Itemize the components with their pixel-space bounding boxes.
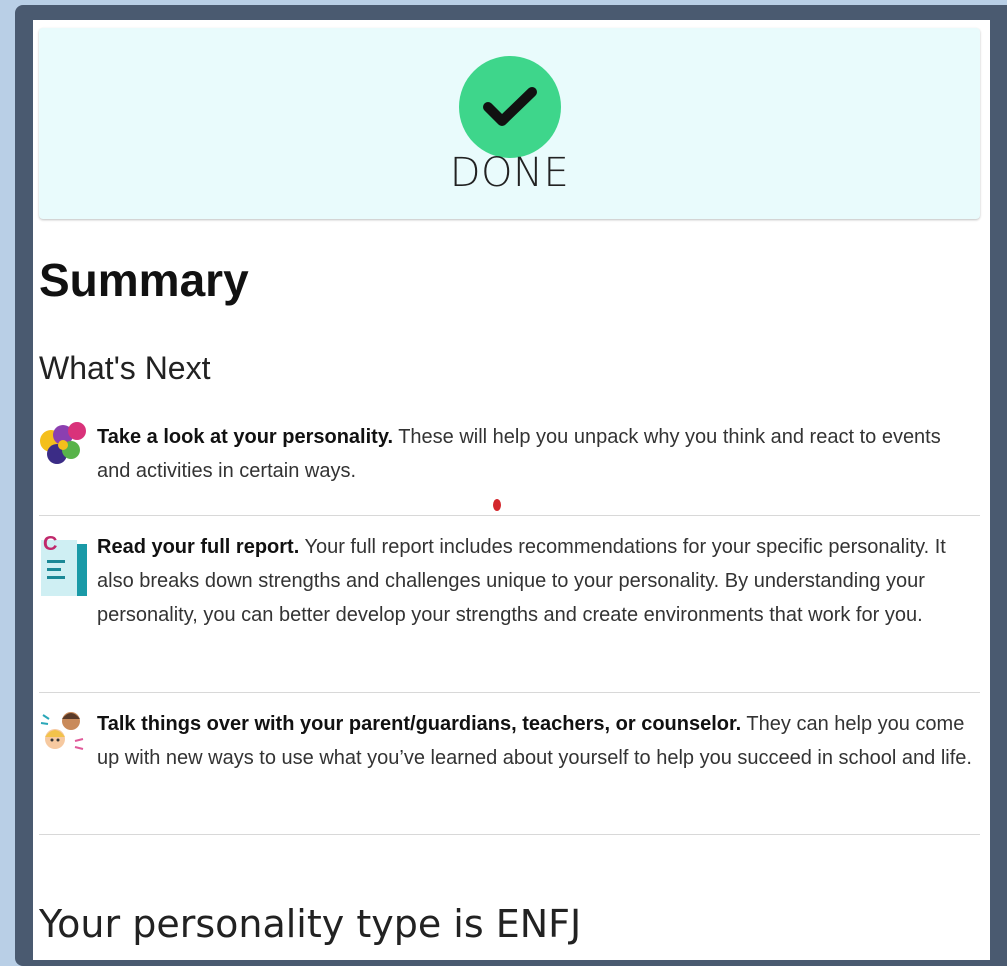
svg-text:C: C bbox=[43, 533, 57, 555]
step-report: C Read your full report. Your full repor… bbox=[39, 530, 980, 670]
step-personality: Take a look at your personality. These w… bbox=[39, 420, 980, 490]
step-text: Talk things over with your parent/guardi… bbox=[97, 707, 977, 775]
whats-next-heading: What's Next bbox=[39, 350, 211, 386]
step-title: Take a look at your personality. bbox=[97, 426, 394, 448]
completion-banner: DONE bbox=[39, 28, 980, 219]
summary-heading: Summary bbox=[39, 254, 249, 306]
step-title: Talk things over with your parent/guardi… bbox=[97, 713, 742, 735]
report-document-icon: C bbox=[41, 533, 87, 596]
done-label: DONE bbox=[449, 150, 570, 196]
results-page: DONE Summary What's Next Take a look at … bbox=[33, 20, 990, 960]
step-text: Take a look at your personality. These w… bbox=[97, 420, 977, 488]
people-talking-icon bbox=[40, 712, 84, 750]
step-text: Read your full report. Your full report … bbox=[97, 530, 977, 632]
red-marker bbox=[493, 499, 501, 511]
personality-type-heading: Your personality type is ENFJ bbox=[39, 902, 582, 946]
divider bbox=[39, 834, 980, 835]
step-title: Read your full report. bbox=[97, 536, 300, 558]
divider bbox=[39, 692, 980, 693]
checkmark-icon bbox=[459, 56, 561, 158]
divider bbox=[39, 515, 980, 516]
step-talk: Talk things over with your parent/guardi… bbox=[39, 707, 980, 817]
personality-bubbles-icon bbox=[40, 422, 86, 464]
